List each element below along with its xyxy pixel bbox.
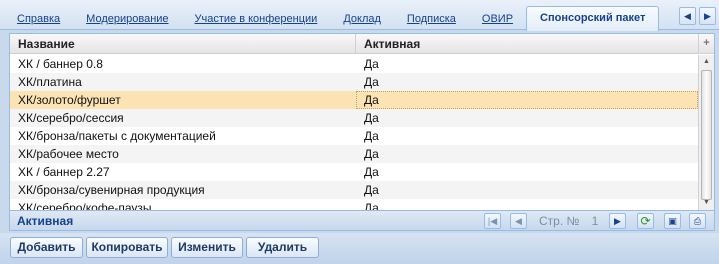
triangle-up-icon: ▲ (703, 58, 710, 65)
first-page-icon: |◀ (487, 216, 498, 226)
table-row[interactable]: ХК/рабочее место Да (10, 145, 698, 163)
tab-subscription[interactable]: Подписка (394, 8, 469, 30)
table-row[interactable]: ХК/бронза/сувенирная продукция Да (10, 181, 698, 199)
prev-page-button[interactable]: ◀ (510, 213, 527, 229)
cell-active: Да (364, 183, 379, 197)
copy-button[interactable]: Копировать (86, 237, 168, 258)
tab-ovir[interactable]: ОВИР (469, 8, 526, 30)
add-button[interactable]: Добавить (10, 237, 83, 258)
column-header-name[interactable]: Название (10, 34, 356, 54)
table-row[interactable]: ХК/серебро/сессия Да (10, 109, 698, 127)
scroll-down-button[interactable]: ▼ (699, 196, 714, 210)
column-header-active[interactable]: Активная (356, 34, 697, 54)
table-row[interactable]: ХК/бронза/пакеты с документацией Да (10, 127, 698, 145)
cell-name: ХК/платина (18, 75, 82, 89)
table-row[interactable]: ХК/серебро/кофе-паузы Да (10, 199, 698, 210)
grid-body: ХК / баннер 0.8 Да ХК/платина Да ХК/золо… (10, 55, 698, 210)
print-button[interactable]: ⎙ (689, 213, 706, 229)
cell-name: ХК / баннер 2.27 (18, 165, 110, 179)
tab-conference-participation[interactable]: Участие в конференции (182, 8, 331, 30)
cell-name: ХК/серебро/сессия (18, 111, 124, 125)
page-number: 1 (591, 214, 599, 228)
action-toolbar: Добавить Копировать Изменить Удалить (0, 233, 719, 264)
triangle-left-icon: ◀ (684, 11, 691, 21)
cell-active: Да (364, 111, 379, 125)
cell-active: Да (364, 147, 379, 161)
page-label: Стр. № (539, 214, 580, 228)
cell-active: Да (364, 129, 379, 143)
refresh-button[interactable]: ⟳ (637, 213, 654, 229)
pager-toolbar: Активная |◀ ◀ Стр. № 1 ▶ ⟳ ▣ ⎙ (10, 210, 714, 230)
cell-active: Да (364, 165, 379, 179)
save-icon: ▣ (668, 216, 677, 226)
cell-active: Да (364, 57, 379, 71)
triangle-right-icon: ▶ (704, 11, 711, 21)
tab-report[interactable]: Доклад (330, 8, 394, 30)
prev-page-icon: ◀ (515, 216, 522, 226)
tab-bar: Справка Модерирование Участие в конферен… (0, 0, 719, 31)
cell-name: ХК/золото/фуршет (18, 93, 121, 107)
pager-title: Активная (17, 214, 74, 228)
edit-button[interactable]: Изменить (171, 237, 243, 258)
delete-button[interactable]: Удалить (246, 237, 319, 258)
tab-scroll-right-button[interactable]: ▶ (699, 7, 716, 25)
grid-panel: Название Активная + ХК / баннер 0.8 Да Х… (9, 33, 715, 231)
table-row[interactable]: ХК/платина Да (10, 73, 698, 91)
table-row-selected[interactable]: ХК/золото/фуршет Да (10, 91, 698, 109)
tab-sponsor-package[interactable]: Спонсорский пакет (526, 6, 660, 31)
scrollbar-thumb[interactable] (701, 70, 712, 200)
cell-active[interactable]: Да (356, 91, 698, 109)
column-menu-button[interactable]: + (698, 34, 714, 54)
grid-header: Название Активная + (10, 34, 714, 54)
cell-name: ХК/бронза/пакеты с документацией (18, 129, 216, 143)
tab-scroll-left-button[interactable]: ◀ (679, 7, 696, 25)
grid-scrollbar[interactable]: ▲ ▼ (698, 55, 714, 210)
cell-name: ХК/серебро/кофе-паузы (18, 201, 152, 210)
tab-moderation[interactable]: Модерирование (73, 8, 181, 30)
table-row[interactable]: ХК / баннер 2.27 Да (10, 163, 698, 181)
scroll-up-button[interactable]: ▲ (699, 55, 714, 69)
refresh-icon: ⟳ (640, 214, 651, 228)
save-button[interactable]: ▣ (664, 213, 681, 229)
tab-help[interactable]: Справка (4, 8, 73, 30)
next-page-button[interactable]: ▶ (609, 213, 626, 229)
triangle-down-icon: ▼ (703, 199, 710, 206)
cell-active: Да (364, 75, 379, 89)
cell-name: ХК / баннер 0.8 (18, 57, 103, 71)
table-row[interactable]: ХК / баннер 0.8 Да (10, 55, 698, 73)
cell-active: Да (364, 201, 379, 210)
next-page-icon: ▶ (614, 216, 621, 226)
first-page-button[interactable]: |◀ (484, 213, 501, 229)
cell-name: ХК/бронза/сувенирная продукция (18, 183, 205, 197)
cell-name: ХК/рабочее место (18, 147, 119, 161)
print-icon: ⎙ (693, 216, 702, 226)
tab-strip: Справка Модерирование Участие в конферен… (4, 6, 660, 31)
plus-icon: + (703, 37, 710, 49)
